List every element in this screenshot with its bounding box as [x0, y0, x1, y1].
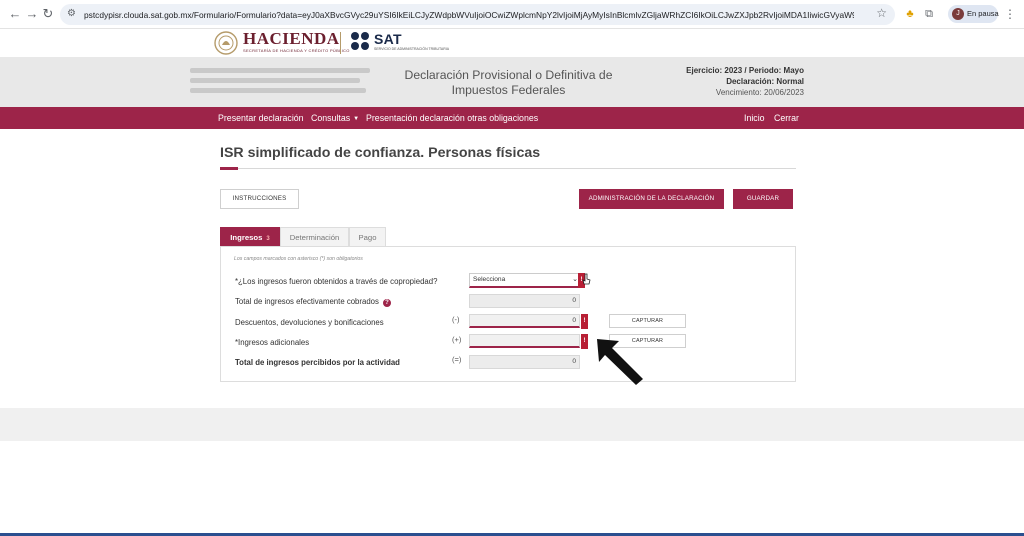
descuentos-sign: (-) — [452, 315, 460, 324]
logo-divider — [340, 32, 341, 54]
hand-pointer-cursor-icon — [582, 273, 591, 285]
copropiedad-select[interactable]: Selecciona ⌄ — [469, 273, 582, 288]
extension-icon[interactable]: ♣ — [902, 6, 918, 22]
caret-down-icon: ▼ — [353, 116, 360, 122]
page-footer — [0, 408, 1024, 441]
hacienda-logo-subtitle: SECRETARÍA DE HACIENDA Y CRÉDITO PÚBLICO — [243, 48, 350, 53]
ingresos-adicionales-sign: (+) — [452, 335, 462, 344]
browser-toolbar: ← → ↻ ⚙ pstcdypisr.clouda.sat.gob.mx/For… — [0, 0, 1024, 29]
sat-logo-text: SAT — [374, 31, 402, 47]
annotation-arrow-icon — [597, 339, 643, 385]
url-text[interactable]: pstcdypisr.clouda.sat.gob.mx/Formulario/… — [84, 8, 854, 22]
profile-status: En pausa — [967, 9, 999, 18]
ejercicio-periodo: Ejercicio: 2023 / Periodo: Mayo — [686, 66, 804, 75]
vencimiento: Vencimiento: 20/06/2023 — [715, 88, 804, 97]
main-navigation: Presentar declaración Consultas ▼ Present… — [0, 107, 1024, 129]
nav-consultas[interactable]: Consultas ▼ — [311, 112, 359, 125]
ingresos-adicionales-error-icon: ! — [581, 334, 588, 349]
logo-bar — [0, 29, 1024, 57]
total-percibidos-label: Total de ingresos percibidos por la acti… — [235, 358, 400, 367]
address-bar[interactable]: ⚙ pstcdypisr.clouda.sat.gob.mx/Formulari… — [60, 4, 895, 25]
copropiedad-selected-value: Selecciona — [473, 276, 506, 283]
declaration-title: Declaración Provisional o Definitiva de … — [404, 68, 613, 97]
tab-determinacion[interactable]: Determinación — [280, 227, 349, 246]
back-icon[interactable]: ← — [7, 6, 23, 22]
descuentos-error-icon: ! — [581, 314, 588, 329]
ingresos-adicionales-label: *Ingresos adicionales — [235, 338, 310, 347]
tab-ingresos-label: Ingresos — [230, 233, 263, 242]
sat-logo-icon — [351, 32, 369, 50]
profile-chip[interactable]: J En pausa — [948, 5, 999, 23]
title-divider — [220, 168, 796, 169]
hacienda-logo-text: HACIENDA — [243, 29, 340, 48]
total-percibidos-field: 0 — [469, 355, 580, 369]
browser-menu-icon[interactable]: ⋮ — [1004, 6, 1016, 22]
page-title: ISR simplificado de confianza. Personas … — [220, 145, 541, 161]
sat-logo-subtitle: SERVICIO DE ADMINISTRACIÓN TRIBUTARIA — [374, 47, 450, 51]
tipo-declaracion: Declaración: Normal — [726, 77, 804, 86]
nav-cerrar[interactable]: Cerrar — [774, 112, 799, 124]
required-fields-note: Los campos marcados con asterisco (*) so… — [234, 256, 363, 262]
redacted-taxpayer-info — [190, 88, 366, 93]
total-cobrados-field: 0 — [469, 294, 580, 308]
descuentos-field[interactable]: 0 — [469, 314, 580, 328]
total-percibidos-sign: (=) — [452, 355, 462, 364]
guardar-button[interactable]: GUARDAR — [733, 189, 793, 209]
copropiedad-label: *¿Los ingresos fueron obtenidos a través… — [235, 277, 438, 286]
nav-presentar-declaracion[interactable]: Presentar declaración — [218, 112, 304, 124]
bookmark-star-icon[interactable]: ☆ — [876, 6, 887, 20]
total-cobrados-label: Total de ingresos efectivamente cobrados… — [235, 297, 391, 307]
redacted-taxpayer-info — [190, 68, 370, 73]
total-cobrados-text: Total de ingresos efectivamente cobrados — [235, 297, 379, 306]
site-info-icon[interactable]: ⚙ — [67, 8, 79, 20]
tab-pago[interactable]: Pago — [349, 227, 386, 246]
nav-otras-obligaciones[interactable]: Presentación declaración otras obligacio… — [366, 112, 538, 124]
mexico-crest-icon — [214, 31, 238, 55]
reload-icon[interactable]: ↻ — [40, 6, 56, 22]
redacted-taxpayer-info — [190, 78, 360, 83]
forward-icon[interactable]: → — [24, 6, 40, 22]
declaration-period-info: Ejercicio: 2023 / Periodo: Mayo Declarac… — [640, 65, 804, 98]
nav-consultas-label: Consultas — [311, 113, 351, 123]
descuentos-label: Descuentos, devoluciones y bonificacione… — [235, 318, 384, 327]
help-icon[interactable]: ? — [382, 299, 391, 307]
administracion-declaracion-button[interactable]: ADMINISTRACIÓN DE LA DECLARACIÓN — [579, 189, 724, 209]
descuentos-capturar-button[interactable]: CAPTURAR — [609, 314, 686, 328]
title-accent — [220, 167, 238, 170]
profile-avatar: J — [952, 8, 964, 20]
ingresos-adicionales-field[interactable] — [469, 334, 580, 348]
tab-ingresos[interactable]: Ingresos 3 — [220, 227, 280, 246]
extensions-puzzle-icon[interactable]: ⧉ — [921, 6, 937, 22]
nav-inicio[interactable]: Inicio — [744, 112, 765, 124]
instrucciones-button[interactable]: INSTRUCCIONES — [220, 189, 299, 209]
